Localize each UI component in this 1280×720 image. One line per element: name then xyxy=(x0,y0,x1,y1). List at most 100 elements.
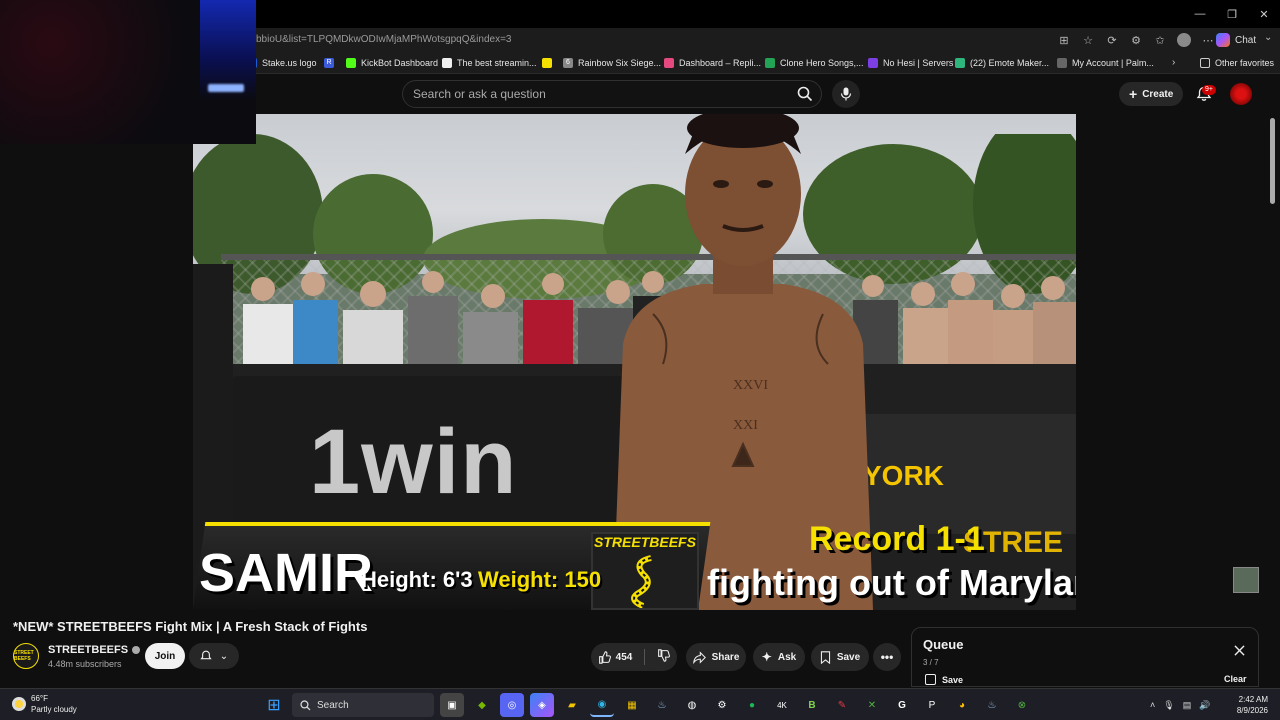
window-controls: — ❐ ✕ xyxy=(1184,0,1280,28)
app-p-icon[interactable]: P xyxy=(920,693,944,717)
bookmark-item[interactable]: Dashboard – Repli... xyxy=(664,52,761,74)
fighter-weight: Weight: 150 xyxy=(478,567,602,592)
svg-text:XXVI: XXVI xyxy=(733,378,768,393)
minimize-icon[interactable]: — xyxy=(1184,0,1216,28)
settings-gear-icon[interactable]: ⚙ xyxy=(710,693,734,717)
steam-icon[interactable]: ♨ xyxy=(650,693,674,717)
save-button[interactable]: Save xyxy=(811,643,869,671)
obs-icon[interactable]: ◍ xyxy=(680,693,704,717)
chat-label: Chat xyxy=(1235,34,1257,46)
bookmark-icon xyxy=(820,650,830,664)
extensions-icon[interactable]: ⚙ xyxy=(1124,30,1148,50)
windows-start-icon[interactable]: ⊞ xyxy=(262,693,286,717)
edge-browser-icon[interactable]: ◉ xyxy=(590,693,614,717)
nvidia-icon[interactable]: ◆ xyxy=(470,693,494,717)
bookmark-item[interactable]: No Hesi | Servers xyxy=(868,52,953,74)
more-actions-button[interactable]: ••• xyxy=(873,643,901,671)
ask-button[interactable]: ✦ Ask xyxy=(753,643,805,671)
app-b-icon[interactable]: B xyxy=(800,693,824,717)
search-input[interactable]: Search or ask a question xyxy=(402,80,822,108)
youtube-header: Search or ask a question + Create 9+ xyxy=(256,74,1280,114)
weather-widget[interactable]: 66°F Partly cloudy xyxy=(12,693,77,715)
close-window-icon[interactable]: ✕ xyxy=(1248,0,1280,28)
bookmark-label: Dashboard – Repli... xyxy=(679,58,762,68)
bookmark-item[interactable]: My Account | Palm... xyxy=(1057,52,1154,74)
bookmark-label: My Account | Palm... xyxy=(1072,58,1154,68)
other-favorites[interactable]: Other favorites xyxy=(1200,52,1274,74)
save-label: Save xyxy=(836,651,861,663)
account-avatar[interactable] xyxy=(1230,83,1252,105)
create-button[interactable]: + Create xyxy=(1119,82,1184,106)
spotify-icon[interactable]: ● xyxy=(740,693,764,717)
google-icon[interactable]: G xyxy=(890,693,914,717)
xbox-icon[interactable]: ✕ xyxy=(860,693,884,717)
like-count: 454 xyxy=(615,651,633,663)
favorite-star-icon[interactable]: ☆ xyxy=(1076,30,1100,50)
search-button[interactable] xyxy=(788,80,822,108)
copilot-icon xyxy=(1216,33,1230,47)
taskbar-search[interactable]: Search xyxy=(292,693,434,717)
bookmark-favicon-icon xyxy=(868,58,878,68)
create-label: Create xyxy=(1142,88,1174,100)
queue-save-button[interactable]: Save xyxy=(925,674,963,685)
share-button[interactable]: Share xyxy=(686,643,746,671)
bookmark-item[interactable]: Clone Hero Songs,... xyxy=(765,52,864,74)
bookmark-item[interactable]: 6 Rainbow Six Siege... xyxy=(563,52,661,74)
ask-label: Ask xyxy=(777,651,797,663)
fighter-record: Record 1-1 xyxy=(809,520,985,558)
favorites-icon[interactable]: ✩ xyxy=(1148,30,1172,50)
chat-button[interactable]: Chat xyxy=(1216,30,1256,50)
system-clock[interactable]: 2:42 AM 8/9/2026 xyxy=(1224,694,1268,716)
side-thumbnail[interactable] xyxy=(1233,567,1259,593)
bookmark-item[interactable]: KickBot Dashboard xyxy=(346,52,438,74)
task-view-icon[interactable]: ▣ xyxy=(440,693,464,717)
bookmark-item[interactable]: The best streamin... xyxy=(442,52,537,74)
subscription-bell-button[interactable]: ⌄ xyxy=(189,643,239,669)
microphone-tray-icon[interactable]: 🎙 xyxy=(1163,700,1174,711)
bookmark-favicon-icon xyxy=(664,58,674,68)
like-button[interactable]: 454 xyxy=(598,650,633,664)
xbox-app-icon[interactable]: ⊗ xyxy=(1010,693,1034,717)
discord-icon[interactable]: ◎ xyxy=(500,693,524,717)
volume-icon[interactable]: 🔊 xyxy=(1199,700,1210,711)
dislike-button[interactable] xyxy=(657,649,671,665)
steam-2-icon[interactable]: ♨ xyxy=(980,693,1004,717)
queue-clear-button[interactable]: Clear xyxy=(1224,674,1247,684)
refresh-icon[interactable]: ⟳ xyxy=(1100,30,1124,50)
bookmark-favicon-icon: 6 xyxy=(563,58,573,68)
store-icon[interactable]: ▦ xyxy=(620,693,644,717)
network-icon[interactable]: ▤ xyxy=(1183,700,1192,711)
scrollbar-thumb[interactable] xyxy=(1270,118,1275,204)
file-explorer-icon[interactable]: ▰ xyxy=(560,693,584,717)
webcam-overlay xyxy=(0,0,256,144)
bookmark-item[interactable]: Stake.us logo xyxy=(247,52,317,74)
bookmark-item[interactable] xyxy=(542,52,552,74)
fighter-origin: fighting out of Maryland xyxy=(707,562,1076,603)
bookmarks-overflow-icon[interactable]: › xyxy=(1172,57,1175,68)
channel-avatar[interactable]: STREET BEEFS xyxy=(13,643,39,669)
checkbox-icon xyxy=(925,674,936,685)
chevron-up-icon[interactable]: ˄ xyxy=(1150,700,1155,710)
profile-avatar[interactable] xyxy=(1177,33,1191,47)
copilot-app-icon[interactable]: ◈ xyxy=(530,693,554,717)
bookmark-item[interactable]: (22) Emote Maker... xyxy=(955,52,1049,74)
chevron-down-icon[interactable]: ⌄ xyxy=(1264,32,1272,43)
4k-video-icon[interactable]: 4K xyxy=(770,693,794,717)
sponsor-logo: 1win xyxy=(309,411,518,513)
bookmark-label: Clone Hero Songs,... xyxy=(780,58,864,68)
search-icon xyxy=(797,86,813,102)
channel-name-row[interactable]: STREETBEEFS xyxy=(48,644,141,656)
editor-icon[interactable]: ✎ xyxy=(830,693,854,717)
join-button[interactable]: Join xyxy=(145,643,185,669)
split-screen-icon[interactable]: ⊞ xyxy=(1052,30,1076,50)
share-label: Share xyxy=(711,651,740,663)
restore-icon[interactable]: ❐ xyxy=(1216,0,1248,28)
bookmark-item[interactable]: R xyxy=(324,52,334,74)
voice-search-button[interactable] xyxy=(832,80,860,108)
queue-close-button[interactable] xyxy=(1231,642,1247,658)
address-bar[interactable]: bbioU&list=TLPQMDkwODIwMjaMPhWotsgpqQ&in… xyxy=(256,30,1056,50)
chrome-icon[interactable]: ◕ xyxy=(950,693,974,717)
address-bar-icons: ⊞ ☆ ⟳ ⚙ ✩ ⋯ xyxy=(1052,30,1220,50)
thumbs-down-icon xyxy=(658,649,671,662)
video-player[interactable]: 1win YORK XXVI XXI STREETBEEFS SAMIR Hei… xyxy=(193,114,1076,610)
